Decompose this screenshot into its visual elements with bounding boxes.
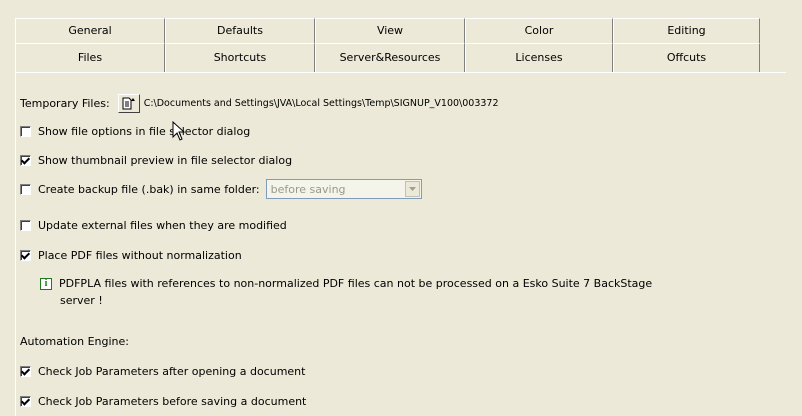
checkbox-place-pdf[interactable] <box>20 249 31 261</box>
dropdown-arrow-button[interactable] <box>404 181 420 197</box>
checkbox-show-file-options[interactable] <box>20 125 31 137</box>
checkbox-create-backup[interactable] <box>20 183 31 195</box>
option-label: Show file options in file selector dialo… <box>38 124 251 138</box>
tab-offcuts[interactable]: Offcuts <box>613 43 760 72</box>
info-text-line-1: PDFPLA files with references to non-norm… <box>59 277 653 290</box>
option-label: Place PDF files without normalization <box>38 248 242 262</box>
option-label: Show thumbnail preview in file selector … <box>38 153 293 167</box>
info-text-line-2: server ! <box>60 294 103 307</box>
checkbox-check-job-after-opening[interactable] <box>20 365 31 377</box>
option-label: Create backup file (.bak) in same folder… <box>38 182 260 196</box>
tab-server-resources[interactable]: Server&Resources <box>315 43 465 72</box>
option-show-file-options[interactable]: Show file options in file selector dialo… <box>20 121 250 141</box>
tab-licenses[interactable]: Licenses <box>465 43 613 72</box>
chevron-down-icon <box>408 187 416 191</box>
tab-view[interactable]: View <box>315 18 465 43</box>
tab-color[interactable]: Color <box>465 18 613 43</box>
browse-folder-button[interactable] <box>117 93 140 113</box>
option-check-job-before-saving[interactable]: Check Job Parameters before saving a doc… <box>20 391 306 411</box>
option-check-job-after-opening[interactable]: Check Job Parameters after opening a doc… <box>20 361 305 381</box>
temporary-files-row: Temporary Files: C:\Documents and Settin… <box>20 93 499 113</box>
checkbox-update-external[interactable] <box>20 219 31 231</box>
option-place-pdf[interactable]: Place PDF files without normalization <box>20 245 242 265</box>
tab-defaults[interactable]: Defaults <box>165 18 315 43</box>
option-update-external[interactable]: Update external files when they are modi… <box>20 215 287 235</box>
mouse-cursor-icon <box>172 121 186 141</box>
backup-timing-select[interactable]: before saving <box>265 179 422 199</box>
tab-files[interactable]: Files <box>15 43 165 72</box>
checkbox-check-job-before-saving[interactable] <box>20 395 31 407</box>
automation-engine-heading: Automation Engine: <box>20 331 129 351</box>
tab-shortcuts[interactable]: Shortcuts <box>165 43 315 72</box>
checkbox-show-thumbnail-preview[interactable] <box>20 154 31 166</box>
automation-engine-label: Automation Engine: <box>20 334 129 348</box>
tab-general[interactable]: General <box>15 18 165 43</box>
temporary-files-label: Temporary Files: <box>20 96 110 110</box>
option-label: Update external files when they are modi… <box>38 218 287 232</box>
option-show-thumbnail-preview[interactable]: Show thumbnail preview in file selector … <box>20 150 292 170</box>
tab-row-2: Files Shortcuts Server&Resources License… <box>15 43 760 72</box>
tab-editing[interactable]: Editing <box>613 18 760 43</box>
option-label: Check Job Parameters after opening a doc… <box>38 364 306 378</box>
backup-timing-value: before saving <box>270 182 346 196</box>
info-icon: i <box>40 277 52 290</box>
tab-row-1: General Defaults View Color Editing <box>15 18 760 43</box>
temporary-files-path: C:\Documents and Settings\JVA\Local Sett… <box>143 97 499 109</box>
option-label: Check Job Parameters before saving a doc… <box>38 394 307 408</box>
tab-strip: General Defaults View Color Editing File… <box>0 0 802 78</box>
document-menu-icon <box>122 97 135 109</box>
option-create-backup[interactable]: Create backup file (.bak) in same folder… <box>20 179 422 199</box>
pdfpla-info-message: i PDFPLA files with references to non-no… <box>40 275 785 309</box>
